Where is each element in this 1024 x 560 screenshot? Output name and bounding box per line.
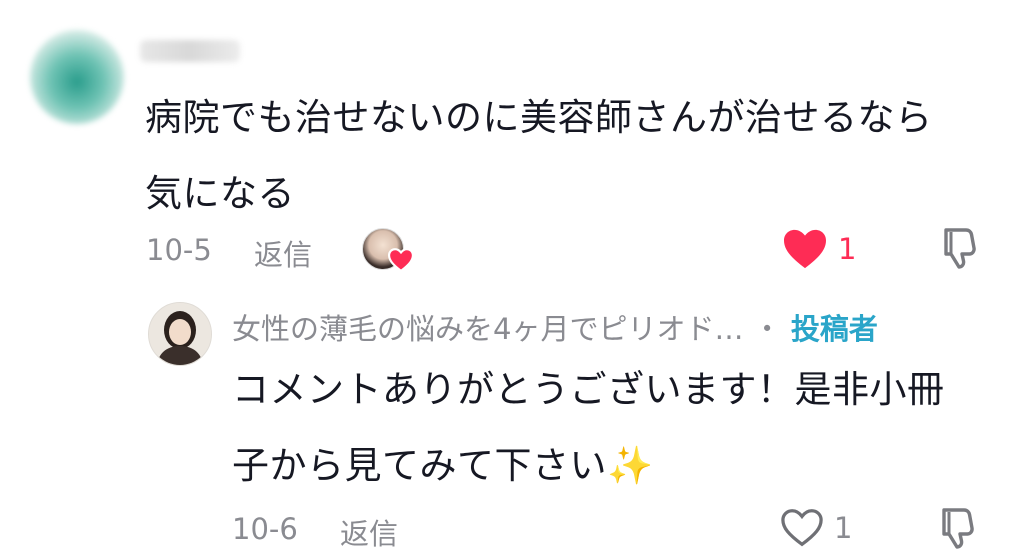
reply-author-line: 女性の薄毛の悩みを4ヶ月でピリオド… ・ 投稿者 (232, 306, 878, 348)
reply-text-line-2-text: 子から見てみて下さい (232, 444, 607, 487)
comment-reply-button[interactable]: 返信 (254, 232, 312, 274)
reply-reply-button[interactable]: 返信 (340, 511, 398, 553)
reply-text: コメントありがとうございます！是非小冊 子から見てみて下さい✨ (232, 352, 992, 504)
commenter-avatar[interactable] (30, 30, 124, 124)
author-badge: 投稿者 (790, 312, 878, 346)
reply-text-line-2: 子から見てみて下さい✨ (232, 428, 992, 504)
comment-text-line-1: 病院でも治せないのに美容師さんが治せるなら (145, 96, 933, 139)
comment-like-count: 1 (838, 232, 857, 266)
reply-heart-icon[interactable] (780, 508, 824, 548)
commenter-name-blurred[interactable] (140, 40, 240, 62)
person-photo-icon (149, 303, 211, 365)
comment-text-line-2: 気になる (145, 172, 295, 215)
reply-author-avatar[interactable] (148, 302, 212, 366)
reply-author-name[interactable]: 女性の薄毛の悩みを4ヶ月でピリオド… (232, 312, 743, 346)
reply-date: 10-6 (232, 512, 298, 546)
reply-text-line-1: コメントありがとうございます！是非小冊 (232, 368, 945, 411)
sparkles-icon: ✨ (607, 444, 654, 487)
creator-liked-heart-icon (388, 248, 414, 272)
comment-heart-icon[interactable] (782, 228, 828, 270)
reply-like-count: 1 (834, 511, 853, 545)
comment-dislike-icon[interactable] (936, 224, 984, 272)
comment-text: 病院でも治せないのに美容師さんが治せるなら 気になる (145, 80, 985, 232)
comment-date: 10-5 (146, 233, 212, 267)
reply-separator: ・ (752, 312, 782, 346)
reply-dislike-icon[interactable] (934, 504, 982, 552)
